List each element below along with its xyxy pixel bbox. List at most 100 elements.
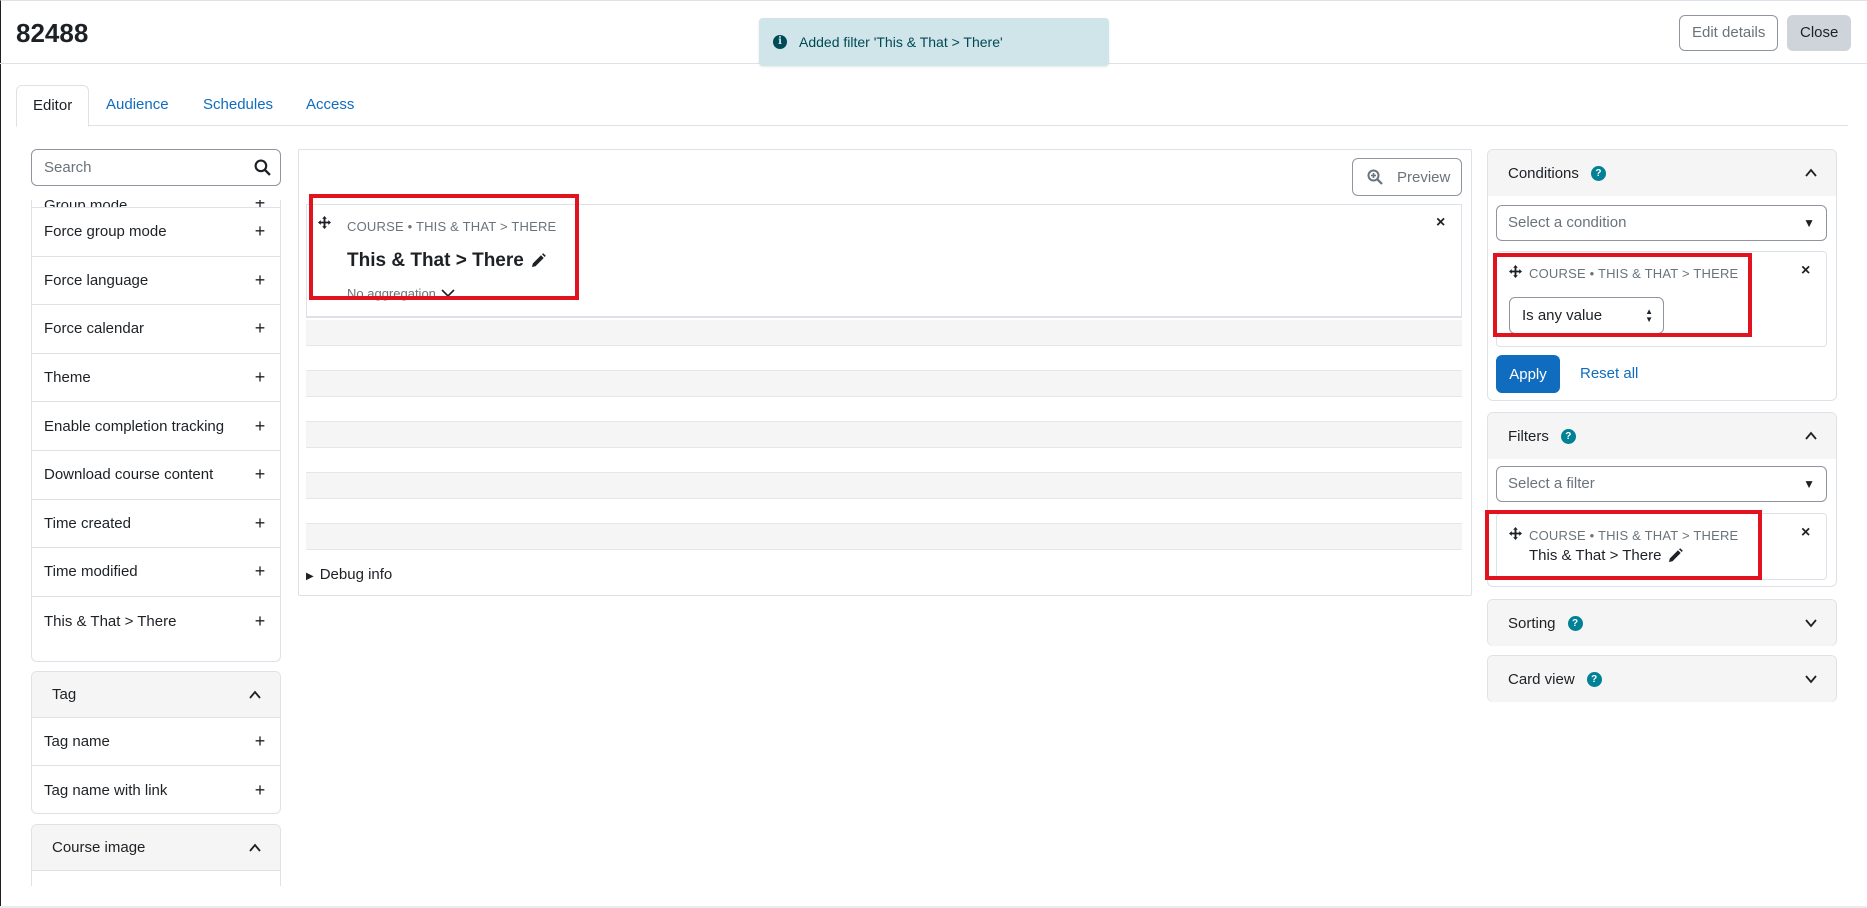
search-icon[interactable] — [254, 159, 271, 176]
help-icon[interactable]: ? — [1567, 615, 1583, 631]
list-item-label: Force group mode — [44, 223, 167, 241]
plus-icon: + — [254, 731, 266, 751]
reset-all-link[interactable]: Reset all — [1580, 365, 1638, 382]
list-item[interactable]: Theme + — [32, 354, 280, 403]
filters-title: Filters — [1508, 427, 1549, 445]
search-input[interactable] — [32, 150, 232, 185]
select-filter-placeholder: Select a filter — [1508, 475, 1595, 492]
list-item-label: Tag name — [44, 733, 110, 750]
plus-icon: + — [254, 779, 266, 800]
tag-section-header[interactable]: Tag — [32, 672, 280, 718]
list-item[interactable]: Download course content + — [32, 451, 280, 500]
section-title: Tag — [52, 686, 77, 703]
sorting-title: Sorting — [1508, 614, 1556, 632]
select-condition-dropdown[interactable]: Select a condition ▼ — [1496, 205, 1827, 241]
plus-icon: + — [254, 318, 266, 339]
list-item[interactable]: Group mode + — [32, 200, 280, 208]
preview-button[interactable]: Preview — [1352, 158, 1462, 196]
course-fields-list: Group mode + Force group mode + Force la… — [31, 200, 281, 662]
move-icon[interactable] — [318, 216, 331, 229]
pencil-icon[interactable] — [530, 253, 546, 269]
filters-header[interactable]: Filters ? — [1488, 413, 1836, 459]
list-item-label: Force language — [44, 271, 149, 289]
preview-table — [306, 320, 1462, 550]
column-meta: COURSE • THIS & THAT > THERE — [347, 219, 557, 234]
chevron-up-icon[interactable] — [248, 688, 262, 702]
list-item[interactable]: This & That > There + — [32, 597, 280, 646]
operator-value: Is any value — [1522, 307, 1603, 324]
column-title[interactable]: This & That > There — [347, 250, 546, 272]
plus-icon: + — [254, 367, 266, 388]
help-icon[interactable]: ? — [1590, 165, 1606, 181]
remove-condition-button[interactable]: × — [1801, 262, 1810, 280]
tab-access[interactable]: Access — [290, 85, 370, 126]
list-item[interactable]: Tag name with link + — [32, 766, 280, 813]
sorting-header[interactable]: Sorting ? — [1488, 600, 1836, 646]
filter-name-text: This & That > There — [1529, 547, 1662, 564]
move-icon[interactable] — [1509, 527, 1522, 540]
list-item[interactable]: Time created + — [32, 500, 280, 549]
list-item-label: Theme — [44, 369, 91, 387]
list-item[interactable]: Tag name + — [32, 718, 280, 766]
plus-icon: + — [254, 610, 266, 631]
info-icon: i — [773, 35, 787, 49]
filter-meta: COURSE • THIS & THAT > THERE — [1529, 528, 1739, 543]
card-view-header[interactable]: Card view ? — [1488, 656, 1836, 702]
condition-meta: COURSE • THIS & THAT > THERE — [1529, 266, 1739, 281]
search-box — [31, 149, 281, 186]
toast-notification: i Added filter 'This & That > There' — [759, 18, 1109, 66]
tab-schedules[interactable]: Schedules — [187, 85, 289, 126]
debug-info-label: Debug info — [319, 566, 393, 583]
sorting-card: Sorting ? — [1487, 599, 1837, 646]
table-row — [306, 320, 1462, 346]
course-image-section: Course image — [31, 824, 281, 886]
select-filter-dropdown[interactable]: Select a filter ▼ — [1496, 466, 1827, 502]
card-view-card: Card view ? — [1487, 655, 1837, 702]
tag-section: Tag Tag name + Tag name with link + — [31, 671, 281, 814]
close-button[interactable]: Close — [1787, 15, 1852, 51]
chevron-up-icon[interactable] — [1804, 429, 1818, 443]
list-item-label: Time modified — [44, 563, 138, 581]
list-item[interactable]: Enable completion tracking + — [32, 402, 280, 451]
chevron-down-icon[interactable] — [1804, 616, 1818, 630]
list-item[interactable]: Force group mode + — [32, 208, 280, 257]
list-item-label: Group mode — [44, 200, 127, 207]
tab-bar: Editor Audience Schedules Access — [16, 85, 1848, 127]
list-item-label: Download course content — [44, 466, 214, 484]
zoom-icon — [1367, 169, 1383, 185]
remove-filter-button[interactable]: × — [1801, 524, 1810, 542]
conditions-header[interactable]: Conditions ? — [1488, 150, 1836, 196]
remove-column-button[interactable]: × — [1436, 214, 1445, 232]
course-image-section-header[interactable]: Course image — [32, 825, 280, 871]
plus-icon: + — [252, 200, 268, 207]
pencil-icon[interactable] — [1667, 547, 1684, 564]
list-item[interactable]: Force calendar + — [32, 305, 280, 354]
tab-audience[interactable]: Audience — [90, 85, 185, 126]
preview-label: Preview — [1397, 168, 1451, 186]
help-icon[interactable]: ? — [1560, 428, 1576, 444]
list-item-label: Tag name with link — [44, 781, 168, 799]
conditions-title: Conditions — [1508, 164, 1579, 182]
list-item[interactable]: Time modified + — [32, 548, 280, 597]
plus-icon: + — [254, 269, 266, 290]
toast-message: Added filter 'This & That > There' — [799, 34, 1003, 50]
plus-icon: + — [254, 512, 266, 533]
edit-details-button[interactable]: Edit details — [1679, 15, 1779, 51]
chevron-up-icon[interactable] — [248, 841, 262, 855]
list-item[interactable]: Force language + — [32, 257, 280, 306]
up-down-caret-icon: ▲ ▼ — [1645, 307, 1653, 324]
chevron-down-icon[interactable] — [1804, 672, 1818, 686]
list-item-label: Force calendar — [44, 320, 145, 338]
plus-icon: + — [254, 415, 266, 436]
apply-button[interactable]: Apply — [1496, 355, 1560, 393]
aggregation-dropdown[interactable]: No aggregation — [347, 284, 456, 302]
chevron-up-icon[interactable] — [1804, 166, 1818, 180]
debug-info-toggle[interactable]: ▶ Debug info — [306, 566, 392, 583]
caret-down-icon: ▼ — [1803, 216, 1815, 230]
plus-icon: + — [254, 464, 266, 485]
condition-operator-select[interactable]: Is any value ▲ ▼ — [1509, 297, 1664, 334]
move-icon[interactable] — [1509, 265, 1522, 278]
tab-editor[interactable]: Editor — [16, 85, 90, 127]
filter-name[interactable]: This & That > There — [1529, 547, 1684, 564]
help-icon[interactable]: ? — [1586, 671, 1602, 687]
